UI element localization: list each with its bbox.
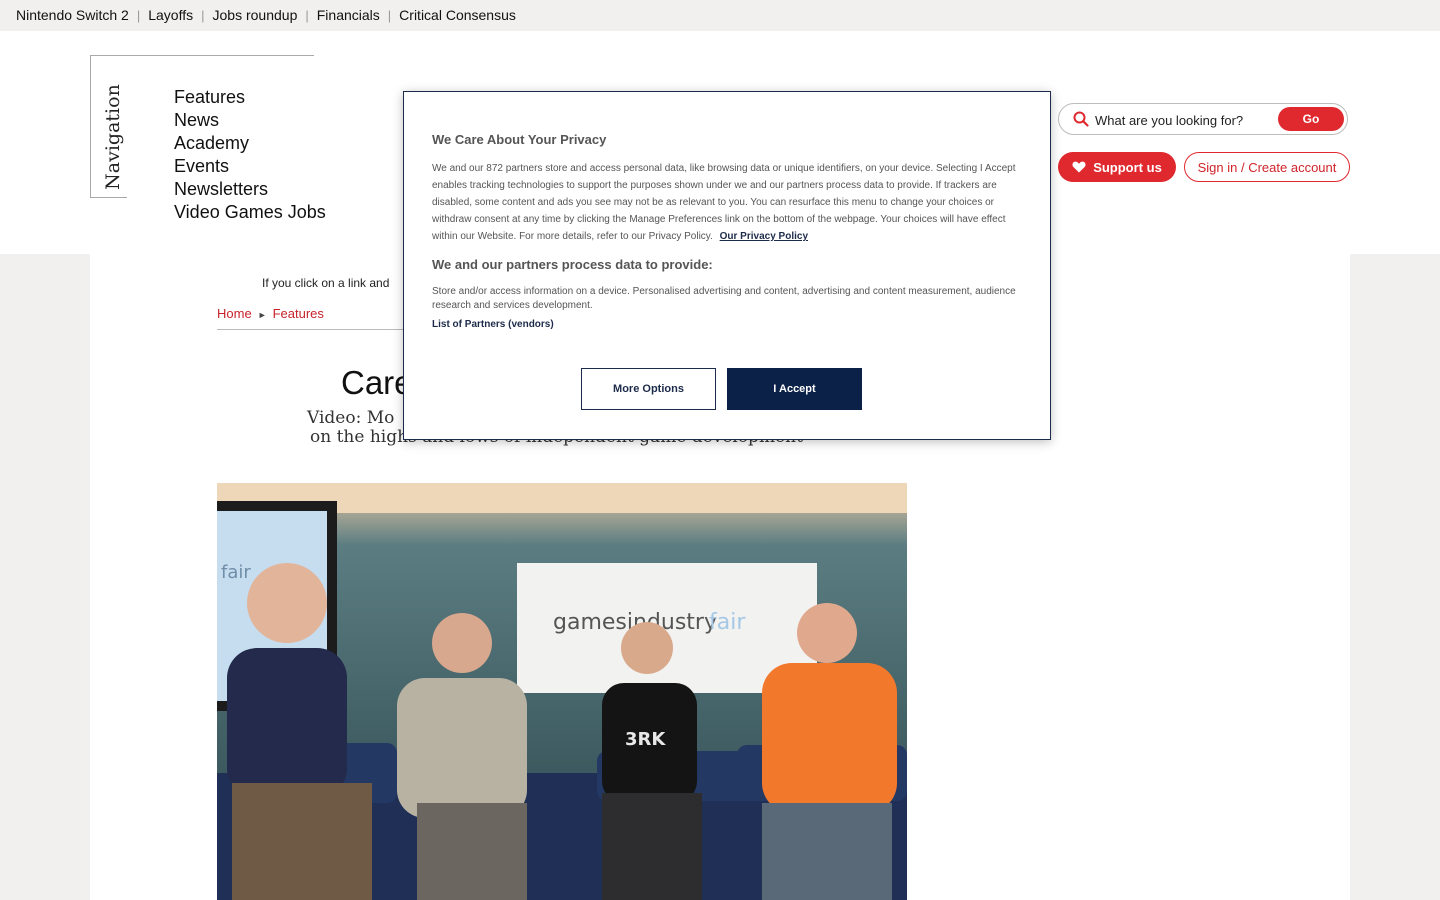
accept-button[interactable]: I Accept xyxy=(727,368,862,410)
sign-in-button[interactable]: Sign in / Create account xyxy=(1184,152,1350,182)
nav-item-news[interactable]: News xyxy=(174,109,326,132)
search-bar: Go xyxy=(1058,103,1348,135)
nav-item-events[interactable]: Events xyxy=(174,155,326,178)
panel-photo: fair gamesindustry fair 3RK xyxy=(217,483,907,900)
consent-title: We Care About Your Privacy xyxy=(432,132,607,147)
hero-screen-text: fair xyxy=(221,562,251,583)
breadcrumb-features[interactable]: Features xyxy=(273,306,324,321)
main-navigation: Features News Academy Events Newsletters… xyxy=(174,86,326,224)
top-utility-bar: Nintendo Switch 2 | Layoffs | Jobs round… xyxy=(0,0,1440,30)
breadcrumb-arrow-icon: ► xyxy=(257,310,267,320)
heart-icon xyxy=(1072,161,1086,173)
hero-shirt-text: 3RK xyxy=(625,729,666,750)
search-input[interactable] xyxy=(1093,107,1277,133)
breadcrumb-home[interactable]: Home xyxy=(217,306,252,321)
article-hero-image: fair gamesindustry fair 3RK xyxy=(217,483,907,900)
topnav-link-switch2[interactable]: Nintendo Switch 2 xyxy=(0,7,137,23)
article-title: Care xyxy=(341,364,413,401)
navigation-label: Navigation xyxy=(102,84,124,190)
nav-item-video-games-jobs[interactable]: Video Games Jobs xyxy=(174,201,326,224)
consent-subtitle: We and our partners process data to prov… xyxy=(432,257,713,272)
consent-body: We and our 872 partners store and access… xyxy=(432,160,1024,245)
nav-item-features[interactable]: Features xyxy=(174,86,326,109)
search-go-button[interactable]: Go xyxy=(1278,107,1344,131)
nav-item-academy[interactable]: Academy xyxy=(174,132,326,155)
hero-sign-suffix: fair xyxy=(709,610,746,635)
topnav-link-financials[interactable]: Financials xyxy=(309,7,388,23)
privacy-policy-link[interactable]: Our Privacy Policy xyxy=(720,231,808,242)
nav-item-newsletters[interactable]: Newsletters xyxy=(174,178,326,201)
privacy-consent-dialog: We Care About Your Privacy We and our 87… xyxy=(403,91,1051,440)
more-options-button[interactable]: More Options xyxy=(581,368,716,410)
support-us-button[interactable]: Support us xyxy=(1058,152,1176,182)
support-us-label: Support us xyxy=(1093,159,1162,175)
affiliate-disclaimer: If you click on a link and xyxy=(262,276,390,290)
topnav-link-critical-consensus[interactable]: Critical Consensus xyxy=(391,7,524,23)
topnav-link-layoffs[interactable]: Layoffs xyxy=(140,7,201,23)
partners-list-link[interactable]: List of Partners (vendors) xyxy=(432,319,554,330)
article-subtitle-line1: Video: Mo xyxy=(307,408,395,428)
search-icon xyxy=(1073,111,1089,127)
breadcrumb: Home ► Features xyxy=(217,306,411,330)
navigation-box-top-rule xyxy=(90,55,314,56)
consent-purposes: Store and/or access information on a dev… xyxy=(432,286,1016,311)
topnav-link-jobs-roundup[interactable]: Jobs roundup xyxy=(205,7,306,23)
